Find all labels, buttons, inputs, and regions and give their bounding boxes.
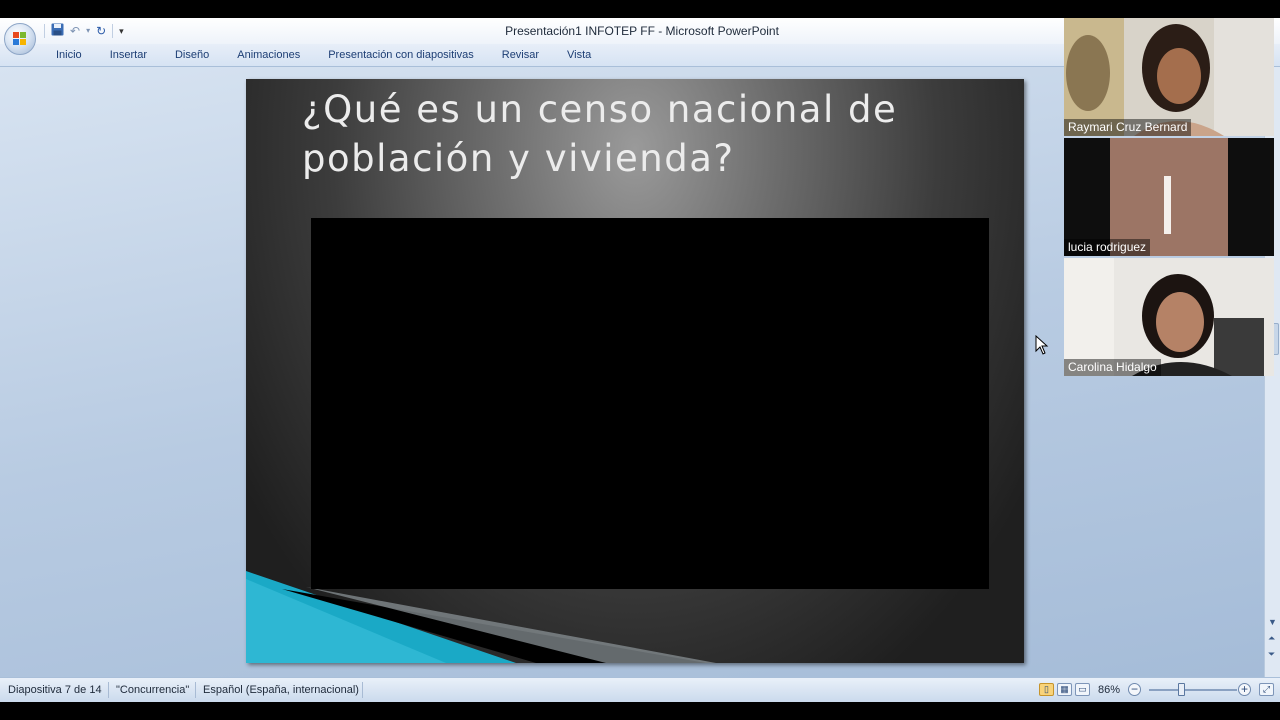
status-separator	[108, 682, 109, 698]
theme-name: "Concurrencia"	[116, 684, 190, 696]
mouse-cursor-icon	[1035, 335, 1049, 355]
slideshow-icon[interactable]: ▭	[1075, 683, 1090, 696]
office-button[interactable]	[4, 23, 36, 55]
tab-inicio[interactable]: Inicio	[56, 49, 82, 61]
tab-vista[interactable]: Vista	[567, 49, 591, 61]
status-bar: Diapositiva 7 de 14 "Concurrencia" Españ…	[0, 677, 1280, 702]
zoom-slider-track[interactable]	[1149, 689, 1237, 691]
participant-name: lucia rodriguez	[1064, 239, 1151, 256]
fit-to-window-icon[interactable]: ⤢	[1259, 683, 1274, 696]
zoom-in-icon[interactable]: +	[1238, 683, 1251, 696]
participant-tile[interactable]: Carolina Hidalgo	[1064, 258, 1274, 376]
status-separator	[195, 682, 196, 698]
slide-title[interactable]: ¿Qué es un censo nacional de población y…	[302, 85, 982, 183]
tab-diseno[interactable]: Diseño	[175, 49, 209, 61]
zoom-slider-thumb[interactable]	[1178, 683, 1185, 696]
tab-insertar[interactable]: Insertar	[110, 49, 147, 61]
tab-animaciones[interactable]: Animaciones	[237, 49, 300, 61]
video-placeholder[interactable]	[311, 218, 989, 589]
normal-view-icon[interactable]: ▯	[1039, 683, 1054, 696]
participant-tile[interactable]: lucia rodriguez	[1064, 138, 1274, 256]
zoom-out-icon[interactable]: −	[1128, 683, 1141, 696]
powerpoint-window: ↶ ▾ ↻ ▾ Presentación1 INFOTEP FF - Micro…	[0, 18, 1280, 702]
office-logo-icon	[13, 32, 27, 46]
slide[interactable]: ¿Qué es un censo nacional de población y…	[246, 79, 1024, 663]
participant-name: Raymari Cruz Bernard	[1064, 119, 1192, 136]
tab-revisar[interactable]: Revisar	[502, 49, 539, 61]
participant-tile[interactable]: Raymari Cruz Bernard	[1064, 18, 1274, 136]
slide-counter: Diapositiva 7 de 14	[8, 684, 102, 696]
previous-slide-icon[interactable]: ⏶	[1268, 633, 1275, 643]
zoom-level[interactable]: 86%	[1098, 684, 1120, 696]
tab-presentacion-diapositivas[interactable]: Presentación con diapositivas	[328, 49, 474, 61]
language-indicator[interactable]: Español (España, internacional)	[203, 684, 359, 696]
participant-name: Carolina Hidalgo	[1064, 359, 1161, 376]
status-separator	[362, 682, 363, 698]
slide-sorter-icon[interactable]: ▦	[1057, 683, 1072, 696]
scroll-down-icon[interactable]: ▼	[1268, 617, 1277, 627]
next-slide-icon[interactable]: ⏷	[1268, 649, 1275, 659]
